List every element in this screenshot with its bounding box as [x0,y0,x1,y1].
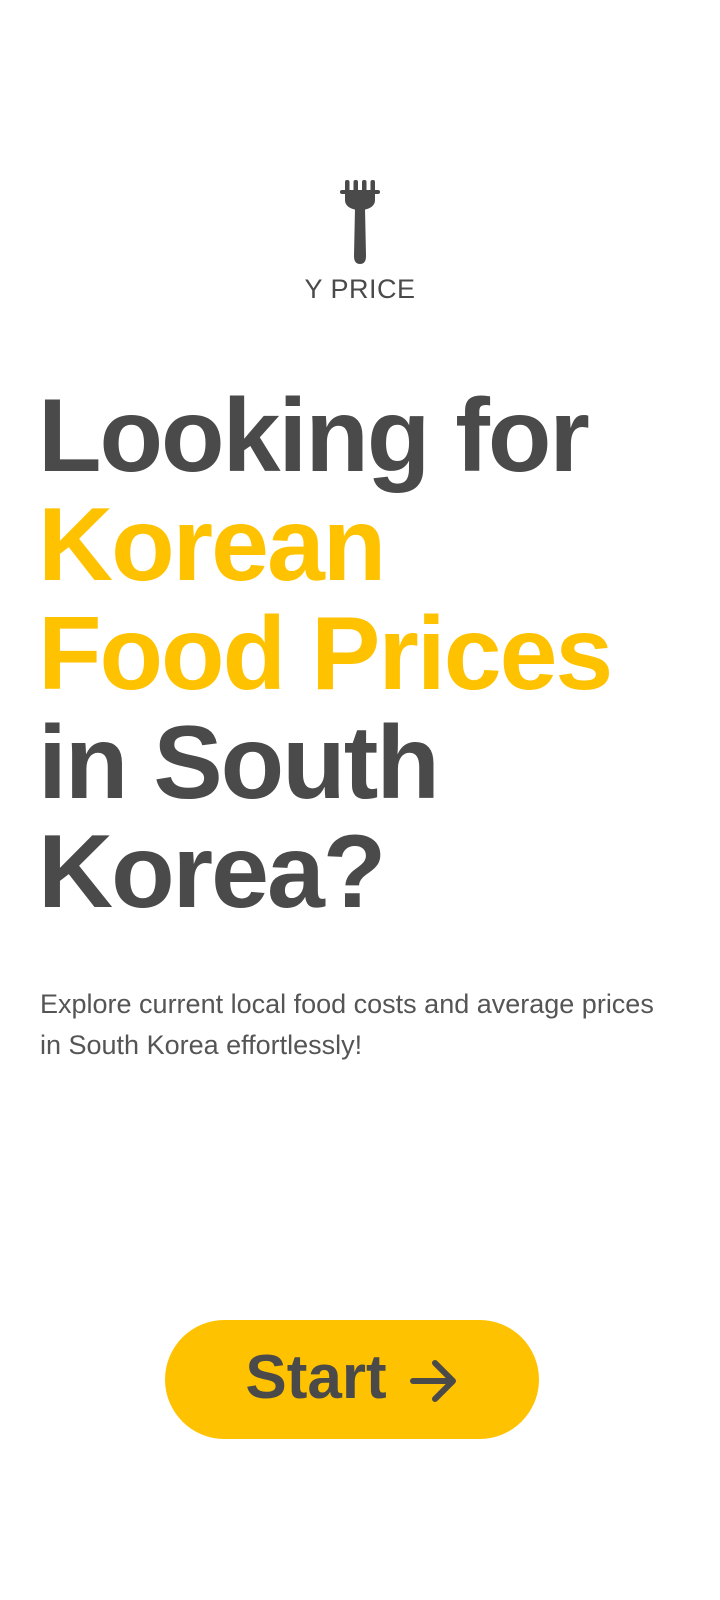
app-logo: Y PRICE [0,178,720,305]
app-name: Y PRICE [304,274,416,304]
headline-highlight-line-2: Food Prices [38,596,613,712]
headline-line-1: Looking for [38,378,590,494]
start-button-label: Start [245,1343,387,1412]
headline-line-4: in South [38,705,440,821]
headline-highlight-line-1: Korean [38,487,386,603]
headline-line-5: Korea? [38,814,386,930]
hero-subtitle: Explore current local food costs and ave… [40,989,654,1060]
fork-icon [340,180,380,264]
arrow-right-icon [409,1359,456,1402]
hero-headline: Looking for Korean Food Prices in South … [38,382,698,927]
start-button[interactable]: Start [165,1320,539,1439]
